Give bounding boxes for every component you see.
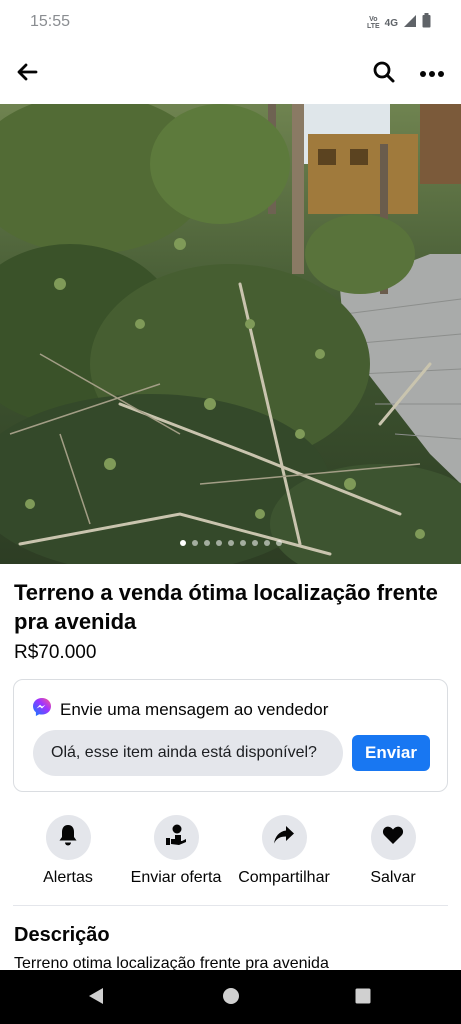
pagination-dot	[263, 540, 270, 546]
pagination-dot	[251, 540, 258, 546]
network-type: 4G	[384, 17, 398, 29]
listing-title: Terreno a venda ótima localização frente…	[14, 580, 438, 634]
pagination-dot	[179, 540, 186, 546]
status-bar: 15:55 Vo LTE 4G	[0, 0, 461, 44]
pagination-dot	[215, 540, 222, 546]
nav-home-button[interactable]	[221, 987, 241, 1010]
system-nav-bar	[0, 970, 461, 1024]
more-icon	[419, 65, 445, 83]
listing-photo[interactable]	[0, 104, 461, 564]
message-card-heading: Envie uma mensagem ao vendedor	[60, 699, 329, 719]
description-heading: Descrição	[14, 924, 110, 946]
pagination-dot	[239, 540, 246, 546]
share-button[interactable]: Compartilhar	[229, 815, 339, 887]
messenger-icon	[32, 697, 52, 722]
back-button[interactable]	[10, 57, 44, 91]
pagination-dot	[275, 540, 282, 546]
pagination-dot	[203, 540, 210, 546]
search-button[interactable]	[367, 57, 401, 91]
send-offer-button[interactable]: Enviar oferta	[121, 815, 231, 887]
save-button[interactable]: Salvar	[338, 815, 448, 887]
battery-icon	[422, 13, 431, 33]
alerts-button[interactable]: Alertas	[13, 815, 123, 887]
back-arrow-icon	[16, 61, 38, 88]
action-row: Alertas Enviar oferta Compartilhar Salva…	[0, 815, 461, 895]
message-input[interactable]: Olá, esse item ainda está disponível?	[33, 730, 343, 776]
status-time: 15:55	[30, 13, 71, 30]
status-icons: Vo LTE 4G	[367, 13, 431, 33]
more-options-button[interactable]	[415, 57, 449, 91]
offer-icon	[164, 823, 188, 852]
nav-recent-button[interactable]	[353, 988, 373, 1008]
section-divider	[13, 905, 448, 906]
nav-back-button[interactable]	[86, 987, 106, 1010]
photo-pagination	[0, 540, 461, 546]
bell-icon	[58, 824, 78, 851]
share-icon	[273, 825, 295, 850]
vegetation-photo	[0, 104, 461, 564]
save-label: Salvar	[370, 869, 416, 886]
pagination-dot	[227, 540, 234, 546]
signal-icon	[403, 14, 417, 33]
top-bar	[0, 44, 461, 104]
nav-recent-icon	[355, 988, 371, 1009]
alerts-label: Alertas	[43, 869, 93, 886]
pagination-dot	[191, 540, 198, 546]
message-seller-card: Envie uma mensagem ao vendedor Olá, esse…	[13, 679, 448, 792]
share-label: Compartilhar	[238, 869, 330, 886]
nav-back-icon	[88, 987, 104, 1010]
send-button[interactable]: Enviar	[352, 735, 430, 771]
listing-price: R$70.000	[14, 642, 97, 663]
message-card-header: Envie uma mensagem ao vendedor	[32, 697, 328, 722]
search-icon	[372, 60, 396, 89]
nav-home-icon	[222, 987, 240, 1010]
send-offer-label: Enviar oferta	[130, 869, 222, 886]
volte-indicator: Vo LTE	[366, 16, 380, 30]
heart-icon	[382, 825, 404, 850]
